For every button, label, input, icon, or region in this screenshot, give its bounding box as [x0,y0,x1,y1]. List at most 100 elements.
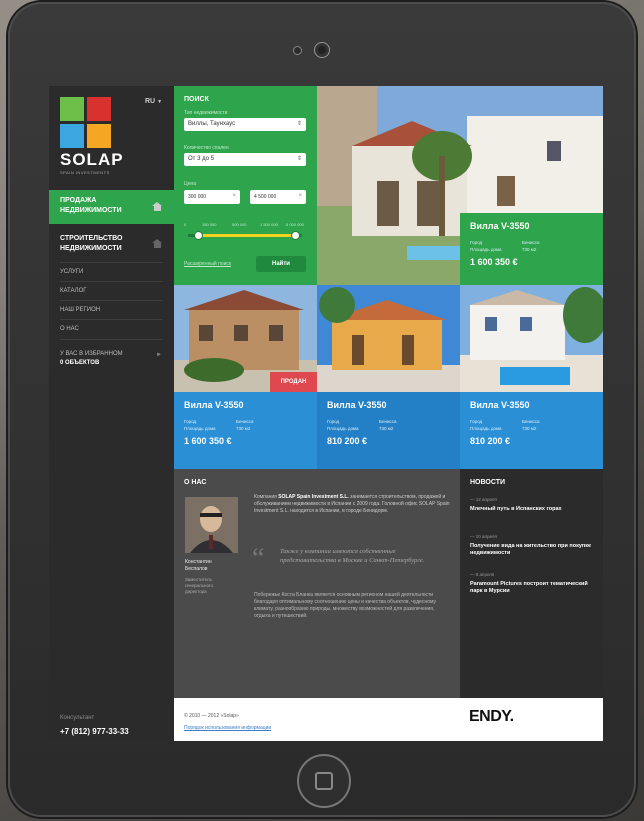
listing-card-4[interactable]: Вилла V-3550 Город Площадь дома Бенисса 73… [460,392,603,469]
listing-price: 1 600 350 € [184,436,232,446]
nav-divider [60,319,163,320]
about-text: Компания SOLAP Spain Investment S.L. зан… [254,494,450,514]
developer-logo[interactable]: ENDY. [469,708,514,726]
listing-price: 1 600 350 € [470,257,518,267]
slider-handle-max[interactable] [291,231,300,240]
news-heading: НОВОСТИ [470,479,506,486]
nav-item-region[interactable]: НАШ РЕГИОН [60,307,100,313]
rooms-label: Количество спален [184,145,229,151]
search-panel: ПОИСК Тип недвижимости Виллы, Таунхаус ⇕… [174,86,317,285]
nav-item-sale-label: ПРОДАЖА НЕДВИЖИМОСТИ [60,197,122,214]
news-date: — 12 апреля [470,497,497,502]
tick-label: 1 500 000 [260,222,278,227]
clear-icon[interactable]: × [232,193,236,199]
favorites-link[interactable]: У ВАС В ИЗБРАННОМ 0 ОБЪЕКТОВ [60,350,123,368]
home-button[interactable] [297,754,351,808]
house-icon [152,239,163,248]
nav-divider [60,281,163,282]
footer: © 2010 — 2012 «Solap» Порядок использова… [174,698,603,741]
advanced-search-link[interactable]: Расширенный поиск [184,261,231,267]
policy-link[interactable]: Порядок использования информации [184,725,271,731]
about-section: О НАС Константин Беспалов Заместитель ге… [174,469,460,698]
price-from-value: 300 000 [188,194,207,200]
logo-square-blue [60,124,84,148]
person-name: Константин Беспалов [185,559,212,572]
listing-price: 810 200 € [327,436,368,446]
bedrooms-select[interactable]: От 3 до 5 ⇕ [184,153,306,166]
listing-spec-values: Бенисса 730 м2 [522,419,540,431]
sold-badge: ПРОДАН [270,372,317,392]
news-title[interactable]: Млечный путь в Испанских горах [470,506,595,513]
listing-title: Вилла V-3550 [470,400,530,410]
search-title: ПОИСК [184,96,209,103]
about-heading: О НАС [184,479,207,486]
tick-label: 0 [184,222,187,227]
news-title[interactable]: Paramount Pictures построит тематический… [470,581,595,595]
listing-title: Вилла V-3550 [327,400,387,410]
sidebar: RU ▼ SOLAP SPAIN INVESTMENTS ПРОДАЖА НЕД… [49,86,174,741]
nav-item-services[interactable]: УСЛУГИ [60,269,83,275]
about-text-2: Побережье Коста Бланка является основным… [254,592,436,619]
listing-title: Вилла V-3550 [184,400,244,410]
news-section: НОВОСТИ — 12 апреля Млечный путь в Испан… [460,469,603,698]
brand-subtitle: SPAIN INVESTMENTS [60,170,110,175]
language-switcher[interactable]: RU ▼ [145,98,162,105]
price-to-input[interactable]: 4 500 000 × [250,190,306,204]
chevron-down-icon: ▼ [157,99,163,105]
logo-square-green [60,97,84,121]
price-label: Цена [184,181,197,187]
website-screen: RU ▼ SOLAP SPAIN INVESTMENTS ПРОДАЖА НЕД… [49,86,603,741]
news-date: — 8 апреля [470,572,495,577]
listing-card-2[interactable]: Вилла V-3550 Город Площадь дома Бенисса 73… [174,392,317,469]
brand-name: SOLAP [60,150,124,169]
phone-number[interactable]: +7 (812) 977-33-33 [60,727,129,736]
listing-price: 810 200 € [470,436,511,446]
property-type-select[interactable]: Виллы, Таунхаус ⇕ [184,118,306,131]
clear-icon[interactable]: × [298,193,302,199]
house-icon [152,202,163,211]
slider-handle-min[interactable] [194,231,203,240]
listing-photo-3[interactable] [317,285,460,392]
sidebar-footer: Консультант +7 (812) 977-33-33 [49,698,174,741]
listing-spec-values: Бенисса 730 м2 [236,419,254,431]
camera-icon [314,42,330,58]
price-from-input[interactable]: 300 000 × [184,190,240,204]
nav-divider [60,300,163,301]
news-date: — 10 апреля [470,534,497,539]
nav-item-catalog[interactable]: КАТАЛОГ [60,288,86,294]
nav-divider [60,339,163,340]
price-slider-range [198,234,295,237]
sensor-dot [293,46,302,55]
logo-square-orange [87,124,111,148]
type-label: Тип недвижимости [184,110,228,116]
select-arrows-icon: ⇕ [296,156,302,162]
consultant-label: Консультант [60,715,95,721]
listing-spec-values: Бенисса 730 м2 [522,240,540,252]
tick-label: 500 000 [232,222,247,227]
tick-label: 5 000 000 [286,222,304,227]
copyright: © 2010 — 2012 «Solap» [184,713,239,719]
nav-item-construction[interactable]: СТРОИТЕЛЬСТВО НЕДВИЖИМОСТИ [60,234,145,254]
find-button[interactable]: Найти [256,256,306,272]
bedrooms-value: От 3 до 5 [188,156,214,162]
chevron-right-icon: ► [156,352,162,358]
listing-photo-4[interactable] [460,285,603,392]
language-label: RU [145,98,156,105]
property-type-value: Виллы, Таунхаус [188,121,236,127]
nav-divider [60,262,163,263]
quote-icon: “ [252,543,265,574]
nav-item-about[interactable]: О НАС [60,326,79,332]
news-title[interactable]: Получение вида на жительство при покупке… [470,543,595,557]
about-quote: Также у компании имеются собственные пре… [280,548,425,564]
favorites-count: 0 ОБЪЕКТОВ [60,360,100,366]
person-photo [185,497,238,553]
favorites-label: У ВАС В ИЗБРАННОМ [60,351,123,357]
select-arrows-icon: ⇕ [296,121,302,127]
price-to-value: 4 500 000 [254,194,277,200]
home-square-icon [315,772,333,790]
listing-card-3[interactable]: Вилла V-3550 Город Площадь дома Бенисса 73… [317,392,460,469]
person-role: Заместитель генерального директора [185,577,214,594]
listing-title: Вилла V-3550 [470,221,530,231]
listing-card-1[interactable]: Вилла V-3550 Город Площадь дома Бенисса 73… [460,213,603,285]
logo-square-red [87,97,111,121]
